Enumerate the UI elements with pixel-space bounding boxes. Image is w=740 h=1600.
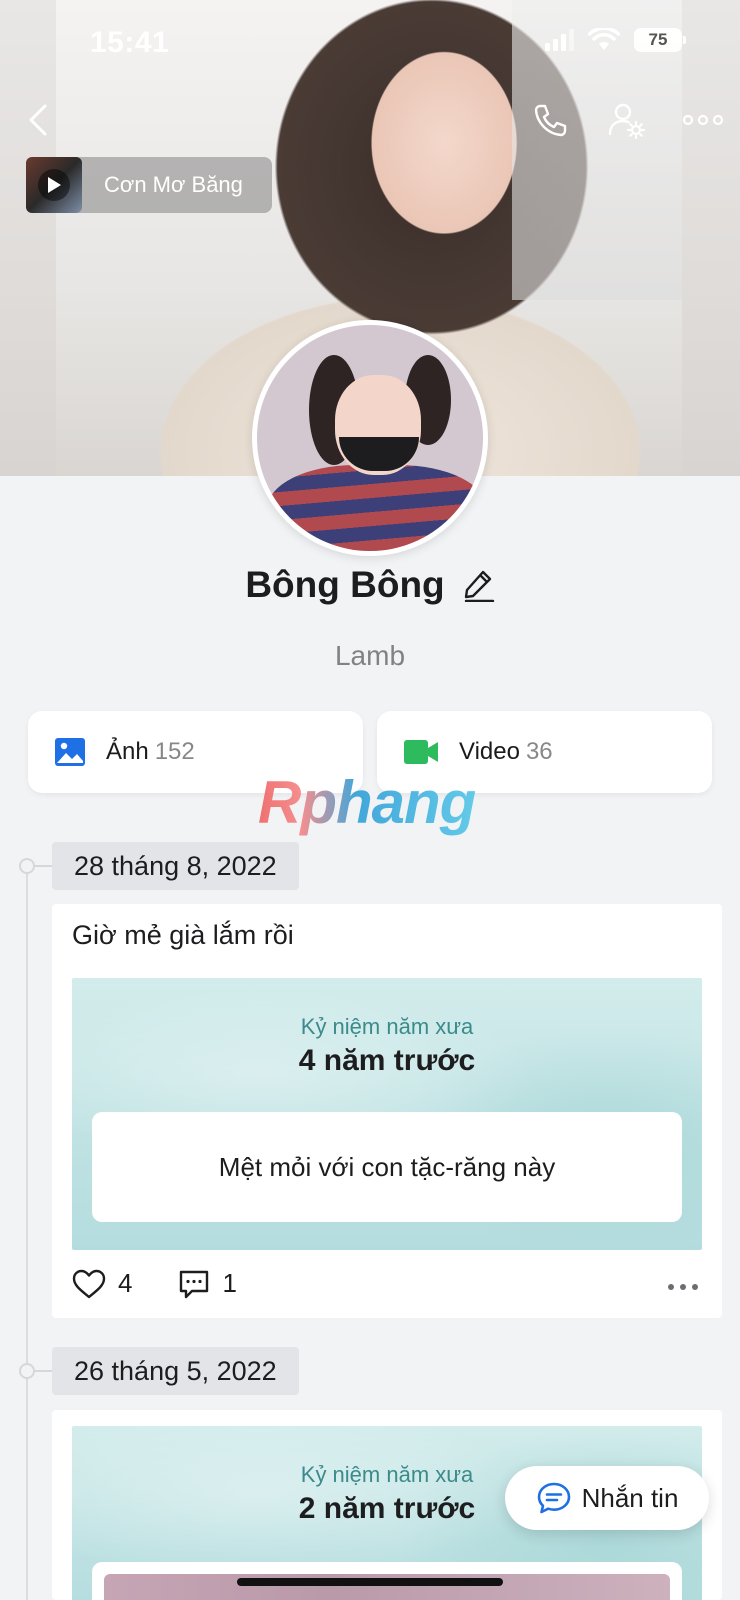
user-gear-icon xyxy=(608,103,646,140)
profile-name: Bông Bông xyxy=(245,564,445,605)
status-icons: 75 xyxy=(545,28,686,52)
timeline-line xyxy=(26,866,28,1600)
like-count: 4 xyxy=(118,1268,133,1298)
wifi-icon xyxy=(588,28,620,50)
home-indicator xyxy=(237,1578,503,1586)
memory-title: 4 năm trước xyxy=(298,1044,476,1077)
music-thumbnail xyxy=(26,157,82,213)
status-time: 15:41 xyxy=(90,26,170,59)
like-button[interactable]: 4 xyxy=(72,1268,132,1299)
more-horizontal-icon xyxy=(682,114,724,126)
back-button[interactable] xyxy=(16,98,60,142)
chat-bubble-icon xyxy=(537,1482,570,1514)
play-icon[interactable] xyxy=(38,169,70,201)
memory-content: Mệt mỏi với con tặc-răng này xyxy=(92,1112,682,1222)
call-button[interactable] xyxy=(528,98,572,142)
comment-icon xyxy=(180,1270,209,1298)
edit-pencil-icon[interactable] xyxy=(463,568,495,602)
timeline-post[interactable]: Giờ mẻ già lắm rồi Kỷ niệm năm xưa 4 năm… xyxy=(52,904,722,1318)
video-camera-icon xyxy=(404,740,438,764)
memory-card[interactable]: Kỷ niệm năm xưa 4 năm trước Mệt mỏi với … xyxy=(72,978,702,1250)
phone-icon xyxy=(534,104,567,137)
post-date: 28 tháng 8, 2022 xyxy=(52,842,299,890)
photos-label: Ảnh xyxy=(106,738,149,765)
post-more-icon[interactable] xyxy=(668,1284,698,1290)
image-icon xyxy=(55,738,85,766)
chevron-left-icon xyxy=(29,104,47,136)
post-date: 26 tháng 5, 2022 xyxy=(52,1347,299,1395)
videos-label: Video xyxy=(459,738,520,765)
post-actions: 4 1 xyxy=(72,1268,283,1299)
watermark-logo: Rphang xyxy=(258,769,476,836)
more-options-button[interactable] xyxy=(680,98,726,142)
comment-button[interactable]: 1 xyxy=(178,1268,237,1299)
music-title: Cơn Mơ Băng xyxy=(104,172,243,197)
post-text: Giờ mẻ già lắm rồi xyxy=(72,920,294,950)
profile-music-player[interactable]: Cơn Mơ Băng xyxy=(26,157,272,213)
comment-count: 1 xyxy=(222,1268,237,1298)
videos-count: 36 xyxy=(525,738,553,765)
timeline-dot xyxy=(19,858,35,874)
heart-icon xyxy=(72,1269,106,1298)
timeline-dot xyxy=(19,1363,35,1379)
profile-name-row: Bông Bông xyxy=(0,564,740,606)
signal-icon xyxy=(545,29,574,51)
avatar[interactable] xyxy=(252,320,488,556)
message-button[interactable]: Nhắn tin xyxy=(505,1466,709,1530)
memory-kicker: Kỷ niệm năm xưa xyxy=(300,1014,474,1039)
profile-subtitle: Lamb xyxy=(334,640,406,671)
timeline-connector xyxy=(35,865,53,867)
profile-settings-button[interactable] xyxy=(604,98,648,142)
photos-count: 152 xyxy=(154,738,195,765)
battery-icon: 75 xyxy=(634,28,686,52)
message-button-label: Nhắn tin xyxy=(581,1482,679,1513)
timeline-connector xyxy=(35,1370,53,1372)
